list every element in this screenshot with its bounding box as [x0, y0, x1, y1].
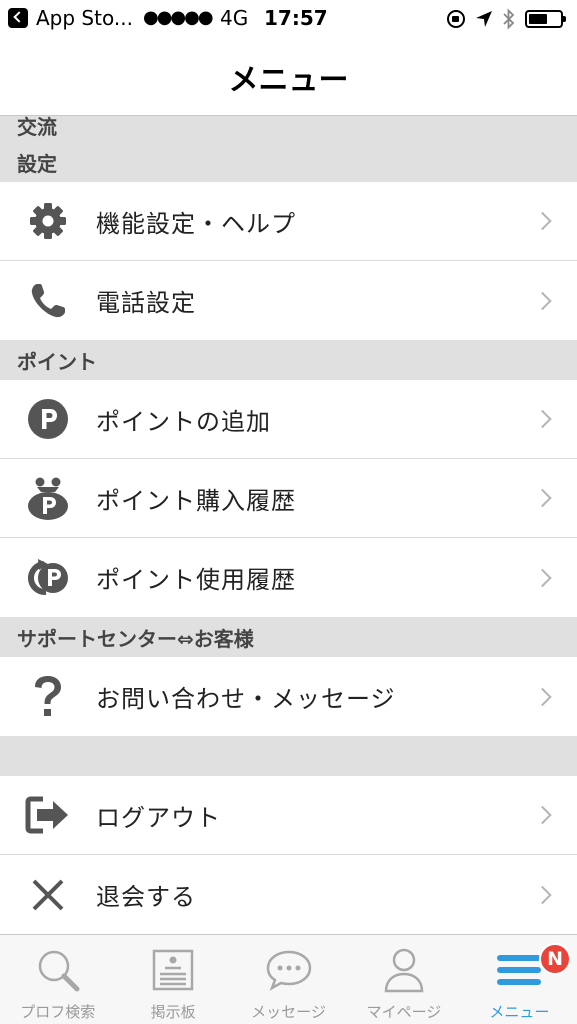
page-title: メニュー	[228, 62, 349, 98]
person-icon	[379, 945, 429, 995]
menu-item-function-settings-help[interactable]: 機能設定・ヘルプ	[0, 182, 577, 261]
menu-item-logout[interactable]: ログアウト	[0, 776, 577, 855]
search-icon	[33, 945, 83, 995]
section-spacer	[0, 736, 577, 776]
menu-icon	[494, 945, 544, 995]
menu-item-label: ポイント購入履歴	[96, 486, 296, 515]
menu-item-label: 機能設定・ヘルプ	[96, 209, 296, 238]
menu-item-label: ポイント使用履歴	[96, 566, 296, 594]
point-circle-icon	[0, 380, 96, 459]
phone-icon	[0, 261, 96, 340]
network-type: 4G	[220, 6, 249, 30]
section-header-settings: 設定	[0, 142, 577, 182]
menu-item-label: 退会する	[96, 883, 196, 911]
tab-profile-search[interactable]: プロフ検索	[0, 935, 115, 1024]
section-header-support: サポートセンター⇔お客様	[0, 617, 577, 657]
board-icon	[148, 945, 198, 995]
bluetooth-icon	[503, 8, 515, 30]
question-icon	[0, 657, 96, 736]
close-icon	[0, 855, 96, 934]
rotation-lock-icon	[447, 10, 465, 28]
tab-label: 掲示板	[150, 1003, 196, 1021]
tab-label: マイページ	[366, 1003, 442, 1021]
tab-board[interactable]: 掲示板	[115, 935, 230, 1024]
tab-my-page[interactable]: マイページ	[346, 935, 461, 1024]
tab-bar: プロフ検索 掲示板 メッセージ マイページ メニュー N	[0, 934, 577, 1024]
chat-icon	[264, 945, 314, 995]
menu-item-add-points[interactable]: ポイントの追加	[0, 380, 577, 459]
location-icon	[476, 11, 492, 27]
menu-item-label: 電話設定	[96, 289, 196, 317]
gear-icon	[0, 182, 96, 261]
back-to-app-icon[interactable]	[8, 8, 28, 28]
menu-item-label: ポイントの追加	[96, 407, 271, 436]
menu-list[interactable]: 交流 設定 機能設定・ヘルプ 電話設定 ポイント ポイントの追加 ポイント購入履…	[0, 116, 577, 934]
menu-item-point-purchase-history[interactable]: ポイント購入履歴	[0, 459, 577, 538]
point-refresh-icon	[0, 538, 96, 617]
clock: 17:57	[264, 6, 328, 30]
tab-label: メニュー	[489, 1003, 550, 1021]
menu-item-phone-settings[interactable]: 電話設定	[0, 261, 577, 340]
tab-menu[interactable]: メニュー N	[462, 935, 577, 1024]
point-purse-icon	[0, 459, 96, 538]
menu-item-point-usage-history[interactable]: ポイント使用履歴	[0, 538, 577, 617]
nav-bar: メニュー	[0, 38, 577, 116]
section-header-points: ポイント	[0, 340, 577, 380]
tab-label: プロフ検索	[20, 1003, 96, 1021]
battery-icon	[525, 10, 566, 28]
menu-item-withdraw[interactable]: 退会する	[0, 855, 577, 934]
menu-item-label: お問い合わせ・メッセージ	[96, 685, 396, 713]
menu-item-label: ログアウト	[96, 803, 221, 832]
tab-message[interactable]: メッセージ	[231, 935, 346, 1024]
menu-item-inquiry-message[interactable]: お問い合わせ・メッセージ	[0, 657, 577, 736]
logout-icon	[0, 776, 96, 855]
signal-strength: ●●●●●	[143, 7, 214, 28]
status-icons	[447, 8, 566, 30]
tab-label: メッセージ	[251, 1003, 326, 1021]
status-bar: App Sto... ●●●●● 4G 17:57	[0, 0, 577, 38]
back-app-label[interactable]: App Sto...	[36, 6, 133, 30]
notification-badge: N	[539, 943, 572, 975]
section-header-exchange: 交流	[0, 116, 577, 142]
